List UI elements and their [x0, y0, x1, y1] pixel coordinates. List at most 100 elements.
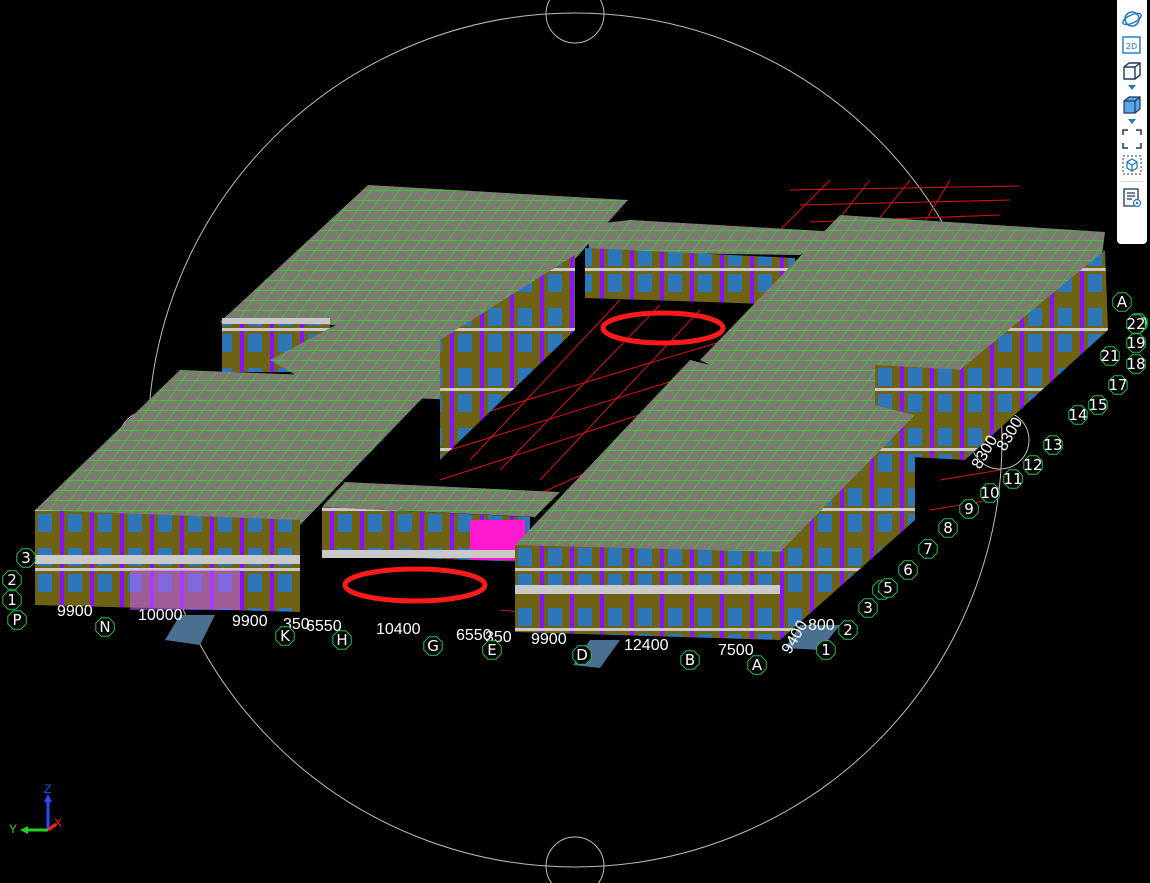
svg-text:N: N	[99, 618, 110, 636]
view-3d-box-icon	[1123, 62, 1141, 80]
svg-text:10: 10	[980, 484, 999, 502]
render-mode-button[interactable]	[1119, 92, 1145, 118]
svg-text:19: 19	[1126, 334, 1145, 352]
toolbar-separator	[1121, 181, 1143, 182]
dimension-label: 10400	[376, 621, 421, 638]
grid-bubble-17: 17	[1108, 375, 1128, 395]
grid-bubble-11: 11	[1003, 469, 1023, 489]
grid-bubble-3: 3	[16, 548, 36, 568]
svg-text:E: E	[487, 641, 496, 659]
dimension-label: 12400	[624, 637, 669, 654]
properties-list-icon	[1123, 188, 1142, 208]
properties-button[interactable]	[1119, 185, 1145, 211]
grid-bubble-1: 1	[2, 590, 22, 610]
svg-text:2: 2	[7, 571, 17, 589]
render-mode-dropdown[interactable]	[1119, 118, 1145, 126]
svg-text:H: H	[336, 631, 347, 649]
dimension-label: 9900	[232, 613, 268, 630]
svg-text:1: 1	[821, 641, 831, 659]
svg-text:B: B	[685, 651, 695, 669]
svg-text:3: 3	[21, 549, 31, 567]
grid-bubble-2: 2	[2, 570, 22, 590]
svg-text:11: 11	[1003, 470, 1022, 488]
svg-text:22: 22	[1126, 315, 1145, 333]
grid-bubble-15: 15	[1088, 395, 1108, 415]
svg-text:K: K	[280, 627, 291, 645]
grid-bubble-g: G	[423, 636, 443, 656]
svg-text:8: 8	[943, 519, 953, 537]
grid-bubble-a: A	[747, 655, 767, 675]
svg-text:12: 12	[1023, 456, 1042, 474]
svg-text:21: 21	[1100, 347, 1119, 365]
view-cube-button[interactable]	[1119, 152, 1145, 178]
view-cube-icon	[1122, 155, 1142, 175]
dimension-label: 7500	[718, 642, 754, 659]
grid-bubble-12: 12	[1023, 455, 1043, 475]
svg-text:15: 15	[1088, 396, 1107, 414]
axis-triad: Z Y X	[8, 782, 72, 840]
view-toolbar: 2D	[1117, 0, 1147, 244]
grid-bubble-21: 21	[1100, 346, 1120, 366]
svg-text:G: G	[427, 637, 439, 655]
svg-text:7: 7	[923, 540, 933, 558]
grid-bubble-7: 7	[918, 539, 938, 559]
grid-bubble-6: 6	[898, 560, 918, 580]
zoom-extents-icon	[1122, 129, 1142, 149]
svg-text:14: 14	[1068, 406, 1087, 424]
view-2d-icon: 2D	[1122, 36, 1141, 54]
grid-bubble-8: 8	[938, 518, 958, 538]
svg-text:A: A	[752, 656, 763, 674]
svg-text:5: 5	[883, 579, 893, 597]
view-2d-button[interactable]: 2D	[1119, 32, 1145, 58]
svg-text:P: P	[12, 611, 21, 629]
svg-text:17: 17	[1108, 376, 1127, 394]
axis-triad-graphic	[20, 794, 57, 834]
solid-box-icon	[1123, 96, 1141, 114]
grid-bubble-e: E	[482, 640, 502, 660]
grid-bubble-9: 9	[959, 499, 979, 519]
chevron-down-icon	[1128, 85, 1136, 90]
grid-bubble-p: P	[7, 610, 27, 630]
grid-bubble-14: 14	[1068, 405, 1088, 425]
dimension-label: 9900	[57, 603, 93, 620]
svg-text:2D: 2D	[1126, 42, 1137, 51]
grid-bubble-19: 19	[1126, 333, 1146, 353]
axis-x-label: X	[54, 816, 63, 830]
grid-bubble-h: H	[332, 630, 352, 650]
grid-bubble-13: 13	[1043, 435, 1063, 455]
grid-bubble-5: 5	[878, 578, 898, 598]
svg-text:2: 2	[843, 621, 853, 639]
svg-text:6: 6	[903, 561, 913, 579]
dimension-label: 9900	[531, 631, 567, 648]
grid-bubble-n: N	[95, 617, 115, 637]
grid-bubble-3: 3	[858, 598, 878, 618]
grid-bubble-10: 10	[980, 483, 1000, 503]
dimension-label: 800	[808, 617, 835, 634]
svg-text:D: D	[576, 646, 588, 664]
grid-bubble-22: 22	[1126, 314, 1146, 334]
svg-text:18: 18	[1126, 355, 1145, 373]
grid-bubble-1: 1	[816, 640, 836, 660]
grid-bubble-b: B	[680, 650, 700, 670]
grid-bubble-a: A	[1112, 292, 1132, 312]
grid-bubble-k: K	[275, 626, 295, 646]
3d-model-viewport[interactable]: 9900 10000 9900 350 6550 10400 6550 350 9900 1240…	[0, 0, 1150, 883]
svg-text:1: 1	[7, 591, 17, 609]
building-wing-south-east[interactable]	[515, 360, 915, 640]
zoom-extents-button[interactable]	[1119, 126, 1145, 152]
view-3d-box-button[interactable]	[1119, 58, 1145, 84]
svg-text:9: 9	[964, 500, 974, 518]
axis-y-label: Y	[9, 822, 18, 836]
chevron-down-icon	[1128, 119, 1136, 124]
axis-z-label: Z	[44, 782, 52, 796]
svg-text:A: A	[1117, 293, 1128, 311]
orbit-button[interactable]	[1119, 6, 1145, 32]
grid-bubble-d: D	[572, 645, 592, 665]
grid-bubble-18: 18	[1126, 354, 1146, 374]
view-3d-dropdown[interactable]	[1119, 84, 1145, 92]
orbit-icon	[1122, 11, 1142, 27]
grid-bubble-2: 2	[838, 620, 858, 640]
svg-text:13: 13	[1043, 436, 1062, 454]
svg-text:3: 3	[863, 599, 873, 617]
dimension-label: 10000	[138, 607, 183, 624]
